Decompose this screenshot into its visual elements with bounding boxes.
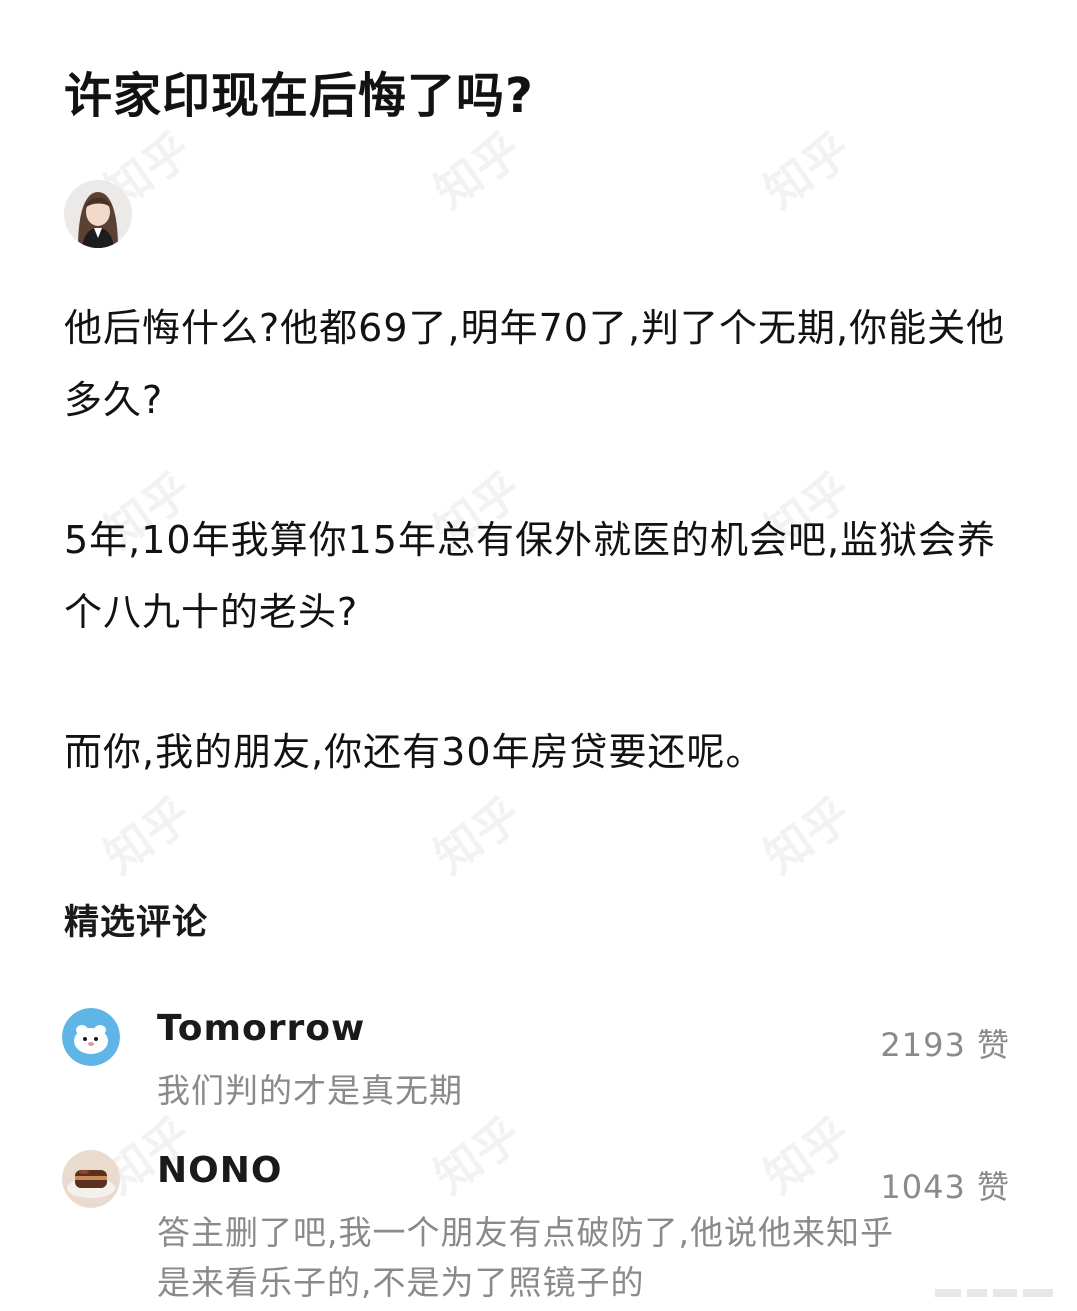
cartoon-avatar-icon[interactable] — [62, 1008, 120, 1066]
comment-text: 我们判的才是真无期 — [157, 1071, 463, 1110]
user-avatar-icon[interactable] — [64, 180, 132, 248]
cartoon-avatar-icon-graphic — [62, 1008, 120, 1066]
comment-author[interactable]: NONO — [157, 1150, 282, 1191]
answer-paragraph: 他后悔什么?他都69了,明年70了,判了个无期,你能关他多久? — [64, 306, 1006, 422]
comment-like-count[interactable]: 1043 赞 — [880, 1162, 1010, 1208]
food-avatar-icon[interactable] — [62, 1150, 120, 1208]
zhihu-answer-page: 知乎 知乎 知乎 知乎 知乎 知乎 知乎 知乎 知乎 知乎 知乎 知乎 许家印现… — [0, 0, 1077, 1311]
comment-author[interactable]: Tomorrow — [157, 1008, 365, 1049]
watermark: 知乎 — [754, 121, 861, 219]
featured-comments-heading: 精选评论 — [64, 903, 209, 943]
comment-like-count[interactable]: 2193 赞 — [880, 1020, 1010, 1066]
answer-body: 他后悔什么?他都69了,明年70了,判了个无期,你能关他多久? 5年,10年我算… — [64, 292, 1024, 856]
food-avatar-icon-graphic — [62, 1150, 120, 1208]
comment-text: 答主删了吧,我一个朋友有点破防了,他说他来知乎是来看乐子的,不是为了照镜子的 — [157, 1213, 894, 1302]
watermark-logo-icon — [935, 1289, 1053, 1297]
user-avatar-icon-graphic — [64, 180, 132, 248]
answer-paragraph: 5年,10年我算你15年总有保外就医的机会吧,监狱会养个八九十的老头? — [64, 518, 997, 634]
answer-paragraph: 而你,我的朋友,你还有30年房贷要还呢。 — [64, 730, 765, 774]
question-title[interactable]: 许家印现在后悔了吗? — [64, 66, 534, 126]
watermark: 知乎 — [424, 121, 531, 219]
